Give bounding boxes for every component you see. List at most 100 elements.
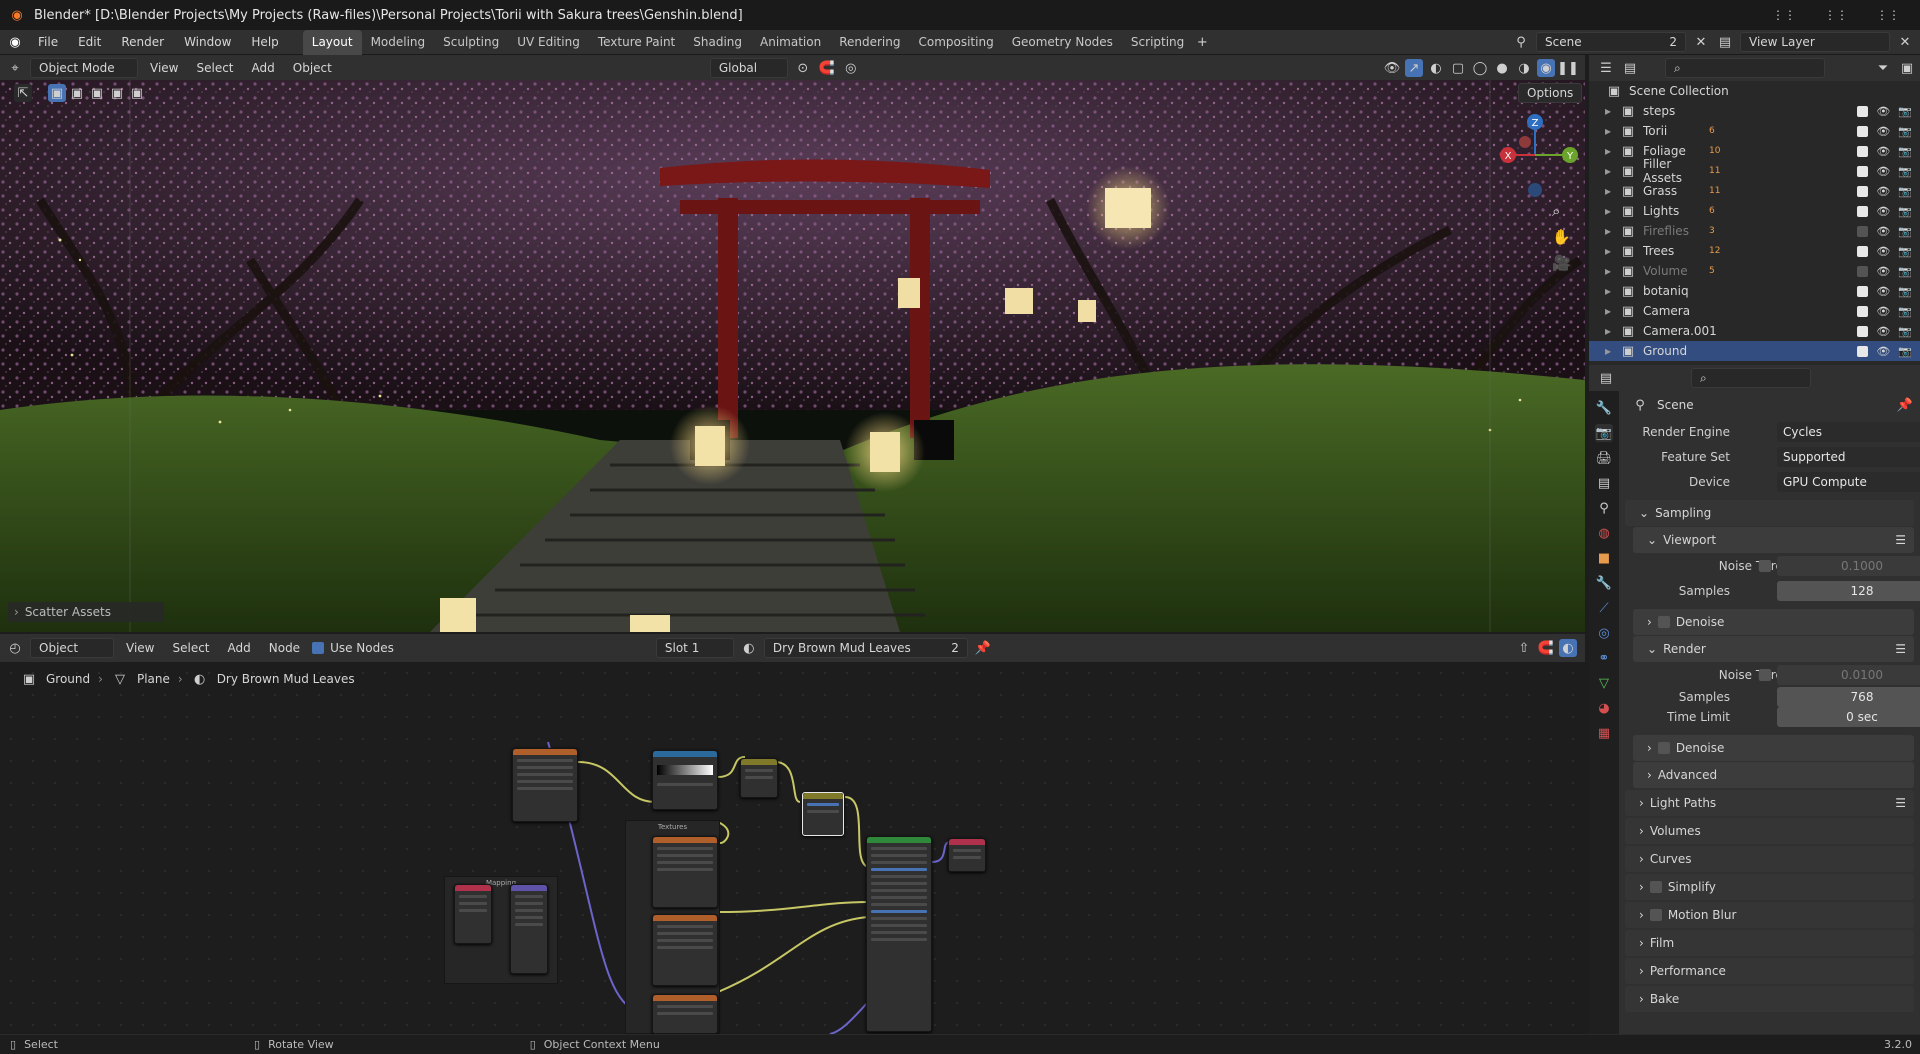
viewport-denoise-checkbox[interactable] [1657, 616, 1670, 628]
camera-view-icon[interactable]: 🎥 [1552, 254, 1571, 272]
color-ramp-node[interactable] [652, 750, 718, 810]
tab-compositing[interactable]: Compositing [909, 30, 1002, 55]
viewport-menu-select[interactable]: Select [190, 56, 239, 81]
exclude-checkbox[interactable] [1857, 185, 1869, 197]
outliner-row[interactable]: ▸ ▣ Fireflies 3 👁 📷 [1589, 221, 1920, 241]
outliner-row[interactable]: ▸ ▣ Volume 5 👁 📷 [1589, 261, 1920, 281]
eye-icon[interactable]: 👁 [1876, 145, 1890, 158]
eye-icon[interactable]: 👁 [1876, 225, 1890, 238]
panel-enable-checkbox[interactable] [1649, 909, 1662, 921]
expand-arrow-icon[interactable]: ▸ [1605, 224, 1611, 238]
close-view-layer-icon[interactable]: ✕ [1896, 33, 1914, 51]
properties-editor-icon[interactable]: ▤ [1597, 369, 1615, 387]
eye-icon[interactable]: 👁 [1876, 205, 1890, 218]
exclude-checkbox[interactable] [1857, 325, 1869, 337]
image-texture-node[interactable] [652, 836, 718, 908]
select-new-icon[interactable]: ▣ [48, 84, 66, 102]
mode-dropdown[interactable]: Object Mode [30, 58, 138, 78]
view-layer-icon[interactable]: ▤ [1716, 33, 1734, 51]
tab-uv-editing[interactable]: UV Editing [508, 30, 589, 55]
panel-header[interactable]: › Performance [1625, 958, 1914, 984]
sampling-panel-header[interactable]: ⌄ Sampling [1625, 500, 1914, 526]
outliner-row[interactable]: ▸ ▣ Lights 6 👁 📷 [1589, 201, 1920, 221]
outliner-row[interactable]: ▸ ▣ Torii 6 👁 📷 [1589, 121, 1920, 141]
tab-geometry-nodes[interactable]: Geometry Nodes [1003, 30, 1122, 55]
tab-texture-paint[interactable]: Texture Paint [589, 30, 684, 55]
feature-set-dropdown[interactable]: Supported [1777, 446, 1920, 467]
eye-icon[interactable]: 👁 [1876, 245, 1890, 258]
outliner-row[interactable]: ▸ ▣ Camera.001 👁 📷 [1589, 321, 1920, 341]
expand-arrow-icon[interactable]: ▸ [1605, 204, 1611, 218]
list-icon[interactable]: ☰ [1895, 533, 1906, 547]
view-layer-tab-icon[interactable]: ▤ [1595, 474, 1613, 492]
math-node[interactable] [740, 758, 778, 798]
expand-arrow-icon[interactable]: ▸ [1605, 184, 1611, 198]
bump-node[interactable] [802, 792, 844, 836]
eye-icon[interactable]: 👁 [1876, 165, 1890, 178]
outliner-row[interactable]: ▸ ▣ steps 👁 📷 [1589, 101, 1920, 121]
viewport-menu-view[interactable]: View [144, 56, 184, 81]
select-extend-icon[interactable]: ▣ [68, 84, 86, 102]
scene-icon[interactable]: ⚲ [1512, 33, 1530, 51]
eye-icon[interactable]: 👁 [1876, 285, 1890, 298]
visibility-icon[interactable]: 👁 [1383, 59, 1401, 77]
options-button[interactable]: Options [1518, 83, 1583, 103]
eye-icon[interactable]: 👁 [1876, 185, 1890, 198]
tab-scripting[interactable]: Scripting [1122, 30, 1193, 55]
texture-tab-icon[interactable]: ▦ [1595, 724, 1613, 742]
outliner-search[interactable]: ⌕ [1665, 58, 1825, 78]
solid-shading-icon[interactable]: ● [1493, 59, 1511, 77]
exclude-checkbox[interactable] [1857, 225, 1869, 237]
render-engine-dropdown[interactable]: Cycles [1777, 421, 1920, 442]
proportional-edit-icon[interactable]: ◎ [842, 59, 860, 77]
render-camera-icon[interactable]: 📷 [1898, 265, 1912, 278]
render-camera-icon[interactable]: 📷 [1898, 165, 1912, 178]
world-tab-icon[interactable]: ◍ [1595, 524, 1613, 542]
eye-icon[interactable]: 👁 [1876, 105, 1890, 118]
modifier-tab-icon[interactable]: 🔧 [1595, 574, 1613, 592]
expand-arrow-icon[interactable]: ▸ [1605, 264, 1611, 278]
render-subpanel-header[interactable]: ⌄ Render ☰ [1633, 636, 1914, 662]
blender-menu-icon[interactable]: ◉ [6, 33, 24, 51]
viewport-samples-field[interactable]: 128 [1777, 580, 1920, 601]
tool-tab-icon[interactable]: 🔧 [1595, 399, 1613, 417]
exclude-checkbox[interactable] [1857, 345, 1869, 357]
panel-header[interactable]: › Bake [1625, 986, 1914, 1012]
tab-rendering[interactable]: Rendering [830, 30, 909, 55]
menu-edit[interactable]: Edit [68, 30, 111, 55]
pin-icon[interactable]: 📌 [974, 639, 992, 657]
apps-icon[interactable]: ⋮⋮ [1824, 8, 1848, 22]
panel-header[interactable]: › Volumes [1625, 818, 1914, 844]
display-mode-icon[interactable]: ▤ [1621, 59, 1639, 77]
material-tab-icon[interactable]: ◕ [1595, 699, 1613, 717]
gizmo-icon[interactable]: ↗ [1405, 59, 1423, 77]
outliner-row[interactable]: ▸ ▣ Camera 👁 📷 [1589, 301, 1920, 321]
snap-icon[interactable]: 🧲 [818, 59, 836, 77]
render-tab-icon[interactable]: 📷 [1595, 424, 1613, 442]
render-camera-icon[interactable]: 📷 [1898, 325, 1912, 338]
xray-icon[interactable]: ▢ [1449, 59, 1467, 77]
node-overlay-icon[interactable]: ◐ [1559, 639, 1577, 657]
shader-node-editor[interactable]: ▣ Ground › ▽ Plane › ◐ Dry Brown Mud Lea… [0, 662, 1585, 1034]
properties-search[interactable]: ⌕ [1691, 368, 1811, 388]
render-camera-icon[interactable]: 📷 [1898, 145, 1912, 158]
particles-tab-icon[interactable]: ⟋ [1595, 599, 1613, 617]
tab-sculpting[interactable]: Sculpting [434, 30, 508, 55]
render-denoise-header[interactable]: › Denoise [1633, 735, 1914, 761]
panel-header[interactable]: › Film [1625, 930, 1914, 956]
viewport-menu-add[interactable]: Add [246, 56, 281, 81]
menu-window[interactable]: Window [174, 30, 241, 55]
overlay-icon[interactable]: ◐ [1427, 59, 1445, 77]
principled-bsdf-node[interactable] [866, 836, 932, 1032]
node-menu-view[interactable]: View [120, 636, 160, 661]
scene-collection-row[interactable]: ▣ Scene Collection [1589, 81, 1920, 101]
render-noise-checkbox[interactable] [1759, 668, 1771, 681]
material-shading-icon[interactable]: ◑ [1515, 59, 1533, 77]
select-intersect-icon[interactable]: ▣ [128, 84, 146, 102]
exclude-checkbox[interactable] [1857, 305, 1869, 317]
menu-help[interactable]: Help [241, 30, 288, 55]
orientation-dropdown[interactable]: Global [709, 58, 788, 78]
viewport-denoise-header[interactable]: › Denoise [1633, 609, 1914, 635]
scene-tab-icon[interactable]: ⚲ [1595, 499, 1613, 517]
texture-coordinate-node[interactable] [454, 884, 492, 944]
